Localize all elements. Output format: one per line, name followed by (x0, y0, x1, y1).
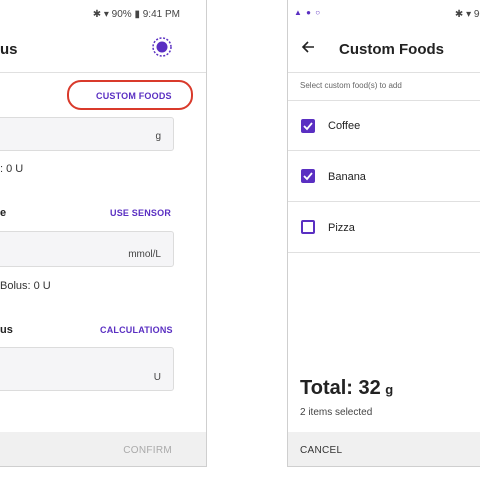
calculations-button[interactable]: CALCULATIONS (100, 325, 173, 335)
app-bar-divider (288, 72, 480, 73)
food-name: Pizza (328, 222, 355, 234)
carbs-unit: g (155, 131, 161, 142)
app-bar: us (0, 22, 206, 72)
app-bar-divider (0, 72, 206, 73)
total-carbs: Total: 32 g (300, 377, 393, 400)
items-selected-text: 2 items selected (300, 407, 373, 418)
carbs-input[interactable]: g (0, 117, 174, 151)
list-item[interactable]: Banana (288, 150, 480, 201)
instruction-text: Select custom food(s) to add (300, 81, 402, 90)
checkbox-checked[interactable] (301, 169, 315, 183)
total-bolus-input[interactable]: U (0, 347, 174, 391)
pod-status-icon[interactable] (152, 37, 172, 57)
list-item[interactable]: Pizza (288, 201, 480, 252)
use-sensor-button[interactable]: USE SENSOR (110, 208, 171, 218)
checkbox-checked[interactable] (301, 119, 315, 133)
correction-bolus-text: Bolus: 0 U (0, 280, 51, 292)
custom-foods-screen: ▲ ● ○ ✱ ▾ 90 Custom Foods Select custom … (287, 0, 480, 467)
status-bar: ▲ ● ○ ✱ ▾ 90 (288, 0, 480, 20)
screen-title: Custom Foods (339, 41, 444, 58)
blood-glucose-label: e (0, 207, 7, 219)
screen-title: us (0, 41, 18, 58)
status-indicators: ✱ ▾ 90% ▮ 9:41 PM (92, 9, 180, 20)
blood-glucose-input[interactable]: mmol/L (0, 231, 174, 267)
carb-bolus-text: : 0 U (0, 163, 24, 175)
status-bar: ✱ ▾ 90% ▮ 9:41 PM (0, 0, 206, 20)
food-name: Coffee (328, 120, 361, 132)
status-indicators: ✱ ▾ 90 (454, 9, 480, 20)
custom-foods-button[interactable]: CUSTOM FOODS (96, 91, 172, 101)
app-bar: Custom Foods (288, 22, 480, 72)
total-label: Total: 32 (300, 377, 381, 399)
total-unit: g (385, 382, 394, 397)
confirm-button[interactable]: CONFIRM (123, 445, 172, 456)
list-item[interactable]: Coffee (288, 100, 480, 150)
bottom-bar: CANCEL (288, 432, 480, 466)
row-divider (288, 252, 480, 253)
total-bolus-unit: U (153, 372, 161, 383)
notification-icons: ▲ ● ○ (294, 8, 322, 17)
total-bolus-label: us (0, 324, 13, 336)
bottom-bar: CONFIRM (0, 432, 206, 466)
cancel-button[interactable]: CANCEL (300, 445, 342, 456)
blood-glucose-unit: mmol/L (128, 249, 161, 260)
checkbox-unchecked[interactable] (301, 220, 315, 234)
food-name: Banana (328, 171, 366, 183)
bolus-screen: ✱ ▾ 90% ▮ 9:41 PM us CUSTOM FOODS g : 0 … (0, 0, 207, 467)
back-arrow-icon[interactable] (300, 39, 316, 55)
